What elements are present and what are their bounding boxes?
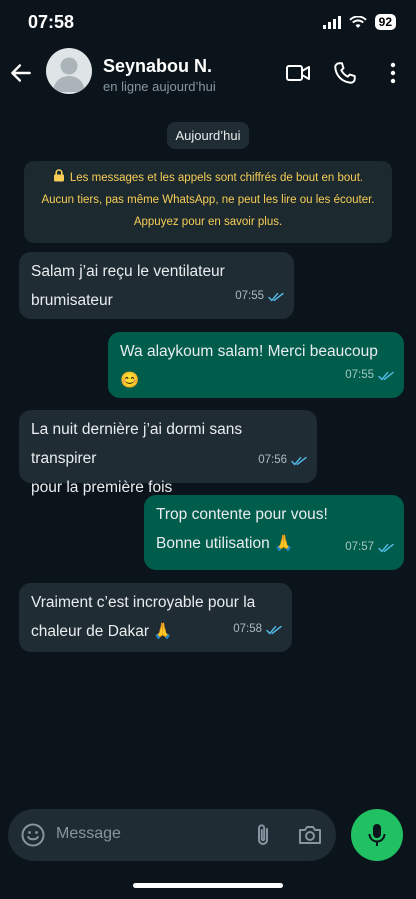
signal-icon: [322, 15, 341, 29]
attach-paperclip-icon[interactable]: [252, 822, 274, 848]
encryption-text-2: Aucun tiers, pas même WhatsApp, ne peut …: [41, 194, 375, 206]
message-bubble-outgoing[interactable]: Trop contente pour vous! Bonne utilisati…: [144, 495, 404, 570]
message-bubble-incoming[interactable]: La nuit dernière j’ai dormi sans transpi…: [19, 410, 317, 496]
message-line: Trop contente pour vous!: [156, 506, 328, 523]
emoji-icon[interactable]: [20, 822, 46, 848]
home-indicator[interactable]: [133, 883, 283, 888]
message-bubble-outgoing[interactable]: Wa alaykoum salam! Merci beaucoup 😊 07:5…: [108, 332, 404, 398]
message-composer[interactable]: Message: [8, 809, 336, 861]
avatar[interactable]: [46, 48, 92, 94]
encryption-text-3: Appuyez pour en savoir plus.: [133, 216, 283, 228]
microphone-icon: [368, 824, 386, 846]
back-arrow-icon[interactable]: [8, 60, 34, 86]
message-time: 07:56: [258, 454, 287, 466]
message-time: 07:55: [345, 369, 374, 381]
status-icons: 92: [322, 14, 396, 30]
chat-header: Seynabou N. en ligne aujourd’hui: [0, 46, 416, 102]
message-meta: 07:58: [233, 615, 282, 644]
message-time: 07:55: [235, 290, 264, 302]
contact-name[interactable]: Seynabou N.: [103, 56, 212, 77]
message-time: 07:58: [233, 623, 262, 635]
battery-level: 92: [374, 14, 396, 30]
camera-icon[interactable]: [297, 822, 323, 848]
contact-status: en ligne aujourd’hui: [103, 79, 216, 94]
message-bubble-incoming[interactable]: Vraiment c’est incroyable pour la chaleu…: [19, 583, 292, 652]
encryption-text-1: Les messages et les appels sont chiffrés…: [69, 172, 364, 184]
message-time: 07:57: [345, 541, 374, 553]
message-meta: 07:55: [235, 282, 284, 311]
lock-icon: [53, 169, 64, 182]
encryption-notice[interactable]: Les messages et les appels sont chiffrés…: [24, 161, 392, 243]
date-separator: Aujourd’hui: [167, 122, 249, 149]
message-line: Vraiment c’est incroyable pour la: [31, 594, 256, 611]
double-check-read-icon: [268, 292, 284, 301]
message-bubble-incoming[interactable]: Salam j’ai reçu le ventilateur brumisate…: [19, 252, 294, 319]
double-check-read-icon: [291, 456, 307, 465]
chat-area[interactable]: Aujourd’hui Les messages et les appels s…: [0, 102, 416, 802]
message-input[interactable]: Message: [56, 825, 121, 843]
default-avatar-icon: [53, 57, 85, 92]
phone-call-icon[interactable]: [332, 60, 358, 86]
encryption-line-1: Les messages et les appels sont chiffrés…: [24, 167, 392, 189]
wifi-icon: [348, 15, 367, 28]
double-check-read-icon: [378, 371, 394, 380]
message-meta: 07:55: [345, 361, 394, 390]
voice-record-button[interactable]: [351, 809, 403, 861]
status-bar: 07:58 92: [0, 0, 416, 46]
message-meta: 07:56: [258, 446, 307, 475]
video-call-icon[interactable]: [285, 60, 311, 86]
double-check-read-icon: [266, 625, 282, 634]
status-time: 07:58: [28, 12, 75, 32]
message-meta: 07:57: [345, 533, 394, 562]
double-check-read-icon: [378, 543, 394, 552]
more-vertical-icon[interactable]: [380, 60, 406, 86]
